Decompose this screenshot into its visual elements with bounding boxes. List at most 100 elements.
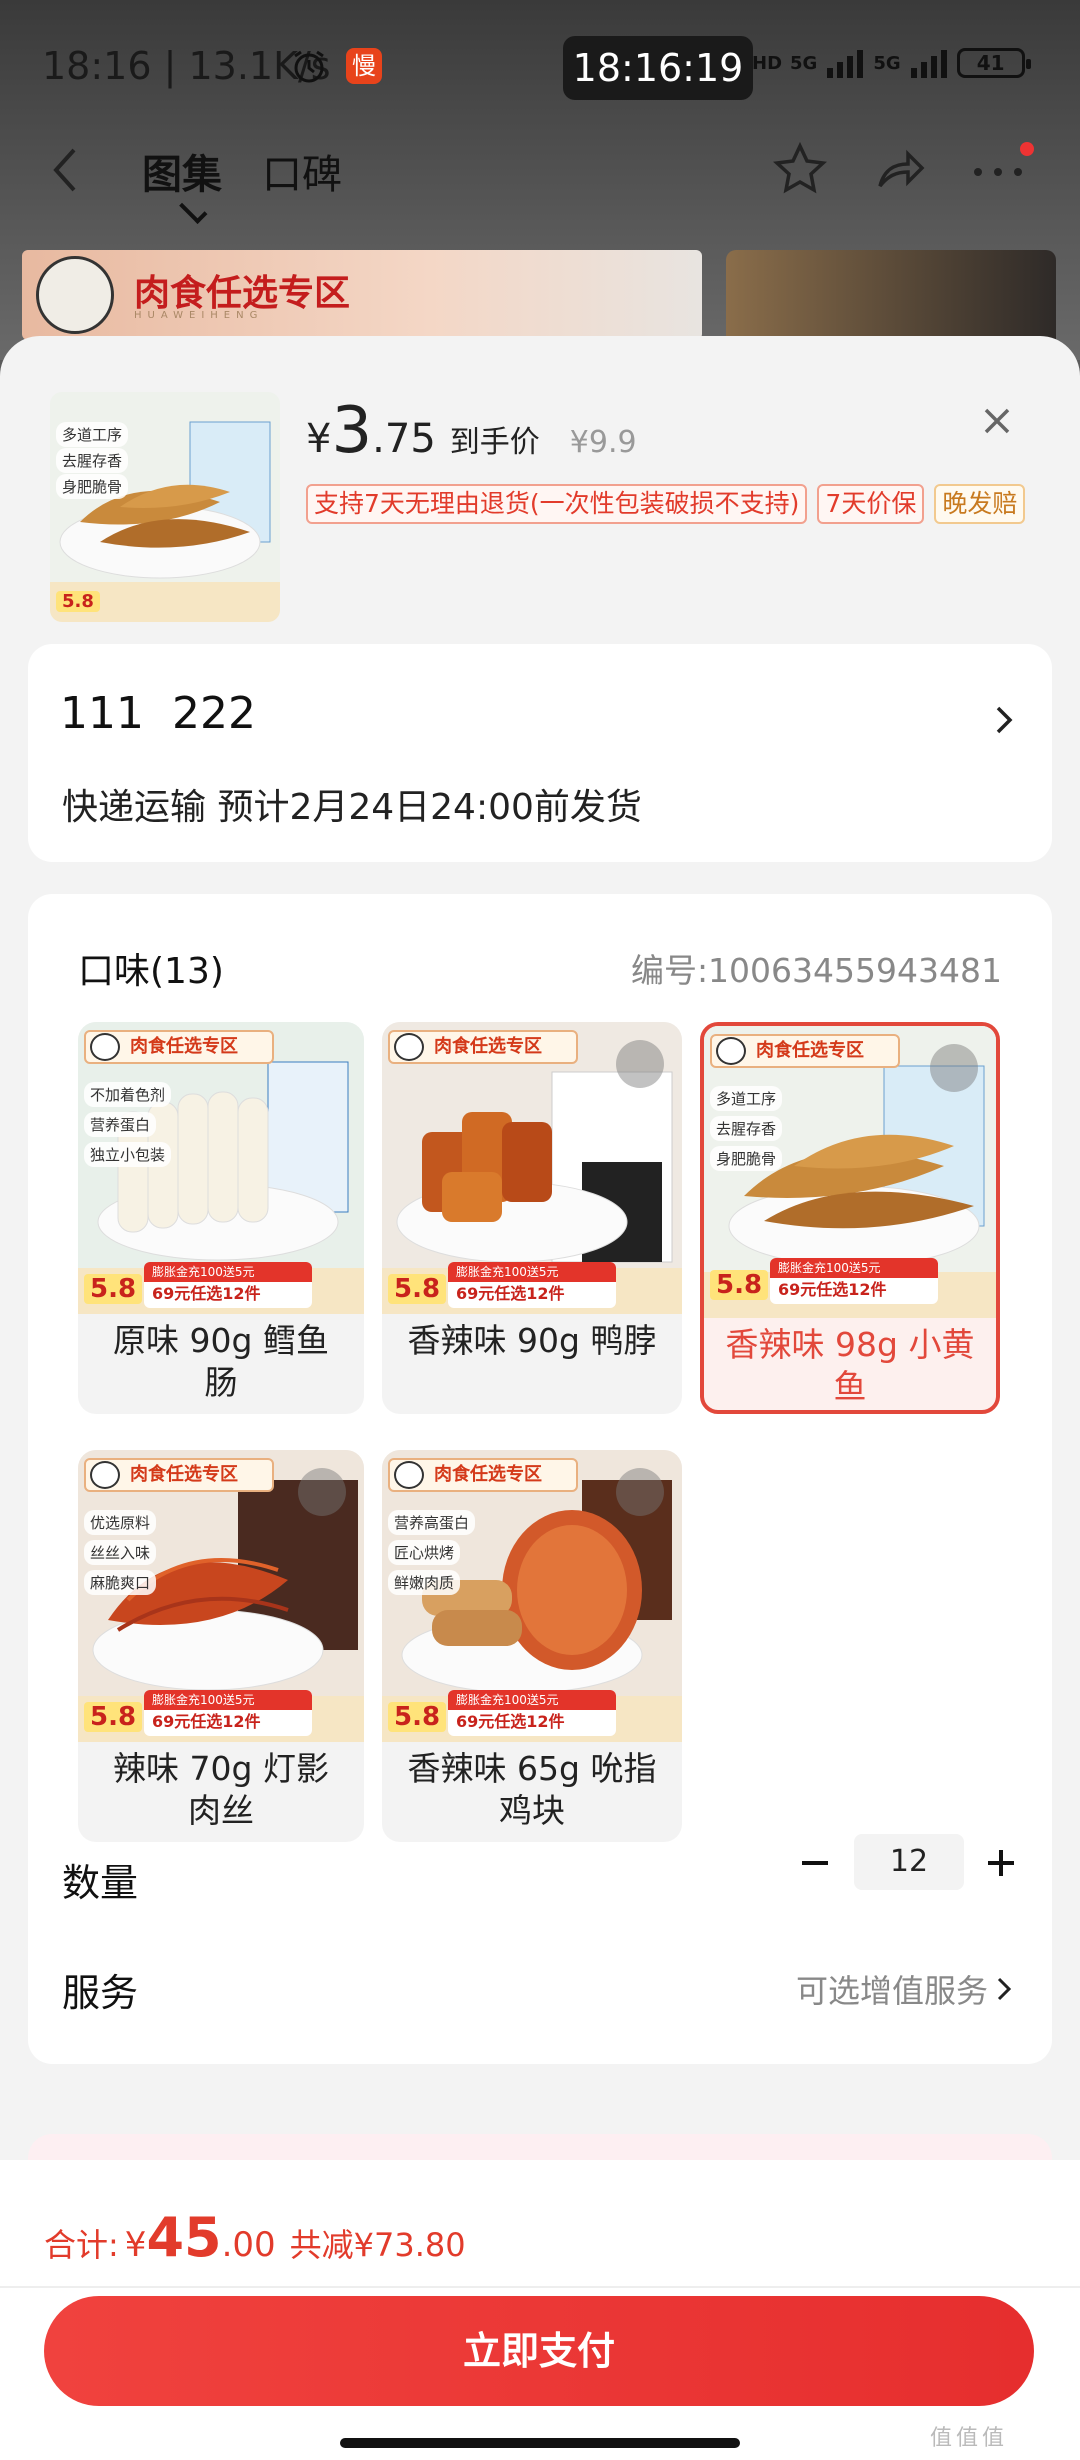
signal-label-1: 5G <box>790 52 818 74</box>
sku-number: 编号:10063455943481 <box>630 951 1002 990</box>
variant-tag-text: 肉食任选专区 <box>756 1040 864 1061</box>
badge-price-protect: 7天价保 <box>817 484 925 524</box>
tab-reviews[interactable]: 口碑 <box>262 142 342 214</box>
badge-late-compensation: 晚发赔 <box>934 484 1026 524</box>
variant-feature: 不加着色剂 <box>84 1082 172 1107</box>
total-integer: 45 <box>146 2206 222 2269</box>
variant-tag: 肉食任选专区 <box>388 1458 578 1492</box>
variant-feature: 匠心烘烤 <box>388 1540 461 1565</box>
badge-return-policy: 支持7天无理由退货(一次性包装破损不支持) <box>306 484 808 524</box>
price-decimal: .75 <box>372 416 436 462</box>
price-currency: ¥ <box>306 416 332 462</box>
banner-title: 肉食任选专区 <box>134 273 351 314</box>
back-arrow-icon[interactable] <box>48 146 82 194</box>
banner-subtitle: HUAWEIHENG <box>134 310 264 321</box>
variant-feature: 独立小包装 <box>84 1142 172 1167</box>
promo-bottom: 69元任选12件 <box>152 1284 261 1303</box>
variant-promo: 膨胀金充100送5元 69元任选12件 <box>448 1690 616 1736</box>
thumb-feature-2: 去腥存香 <box>56 448 129 473</box>
variant-tag-text: 肉食任选专区 <box>130 1036 238 1057</box>
expand-icon[interactable] <box>298 1468 346 1516</box>
variant-promo: 膨胀金充100送5元 69元任选12件 <box>144 1690 312 1736</box>
expand-icon[interactable] <box>616 1040 664 1088</box>
background-page: 18:16 | 13.1K/s 慢 18:16:19 HD 5G 5G 41 图… <box>0 0 1080 370</box>
status-time-speed: 18:16 | 13.1K/s <box>42 44 331 88</box>
price-integer: 3 <box>331 394 373 468</box>
tab-gallery[interactable]: 图集 <box>142 142 222 214</box>
variant-price-badge: 5.8 <box>84 1274 143 1304</box>
flavor-title: 口味(13) <box>78 951 224 992</box>
minus-icon[interactable] <box>798 1846 832 1880</box>
promo-bottom: 69元任选12件 <box>152 1712 261 1731</box>
promo-top: 膨胀金充100送5元 <box>144 1690 312 1710</box>
variant-feature: 多道工序 <box>710 1086 783 1111</box>
promo-top: 膨胀金充100送5元 <box>448 1690 616 1710</box>
share-icon[interactable] <box>870 140 930 200</box>
notification-dot <box>1020 142 1034 156</box>
product-thumbnail[interactable]: 多道工序 去腥存香 身肥脆骨 5.8 <box>50 392 280 622</box>
app-notification-icon: 慢 <box>346 48 382 84</box>
variant-option-1[interactable]: 肉食任选专区 不加着色剂 营养蛋白 独立小包装 5.8 膨胀金充100送5元 69… <box>78 1022 364 1414</box>
variant-option-4[interactable]: 肉食任选专区 优选原料 丝丝入味 麻脆爽口 5.8 膨胀金充100送5元 69元任… <box>78 1450 364 1842</box>
background-banner: 肉食任选专区 HUAWEIHENG <box>22 250 702 340</box>
variant-tag-text: 肉食任选专区 <box>130 1464 238 1485</box>
variant-feature: 鲜嫩肉质 <box>388 1570 461 1595</box>
total-label: 合计: <box>44 2226 119 2264</box>
brand-logo <box>36 256 114 334</box>
variant-label: 香辣味 98g 小黄鱼 <box>725 1325 975 1406</box>
variant-feature: 麻脆爽口 <box>84 1570 157 1595</box>
battery-icon: 41 <box>956 48 1031 78</box>
promo-bottom: 69元任选12件 <box>778 1280 887 1299</box>
variant-option-2[interactable]: 肉食任选专区 5.8 膨胀金充100送5元 69元任选12件 香辣味 90g 鸭脖 <box>382 1022 682 1414</box>
signal-label-2: 5G <box>873 52 901 74</box>
expand-icon[interactable] <box>616 1468 664 1516</box>
total-saved: 共减¥73.80 <box>289 2226 466 2264</box>
variant-label: 辣味 70g 灯影肉丝 <box>113 1749 329 1830</box>
variant-price-badge: 5.8 <box>84 1702 143 1732</box>
variant-tag: 肉食任选专区 <box>84 1030 274 1064</box>
hd-label: HD <box>752 52 783 74</box>
promo-top: 膨胀金充100送5元 <box>770 1258 938 1278</box>
variant-label: 原味 90g 鳕鱼肠 <box>113 1321 329 1402</box>
checkout-bar: 合计: ¥ 45 .00 共减¥73.80 立即支付 <box>0 2160 1080 2460</box>
variant-option-3-selected[interactable]: 肉食任选专区 多道工序 去腥存香 身肥脆骨 5.8 膨胀金充100送5元 69元任… <box>700 1022 1000 1414</box>
more-icon[interactable] <box>968 140 1028 200</box>
variant-tag: 肉食任选专区 <box>710 1034 900 1068</box>
variant-tag-text: 肉食任选专区 <box>434 1464 542 1485</box>
variant-price-badge: 5.8 <box>388 1702 447 1732</box>
top-nav: 图集 口碑 <box>0 130 1080 210</box>
variant-feature: 营养蛋白 <box>84 1112 157 1137</box>
variant-price-badge: 5.8 <box>388 1274 447 1304</box>
expand-icon[interactable] <box>930 1044 978 1092</box>
variant-tag: 肉食任选专区 <box>388 1030 578 1064</box>
plus-icon[interactable] <box>984 1846 1018 1880</box>
variant-feature: 丝丝入味 <box>84 1540 157 1565</box>
service-selector[interactable]: 可选增值服务 <box>796 1966 988 2012</box>
status-clock: 18:16:19 <box>563 36 753 100</box>
signal-icon <box>827 50 864 78</box>
divider <box>0 2286 1080 2288</box>
quantity-stepper-value[interactable]: 12 <box>854 1834 964 1890</box>
watermark: 值值值 <box>930 2426 1009 2451</box>
variant-tag-text: 肉食任选专区 <box>434 1036 542 1057</box>
variant-promo: 膨胀金充100送5元 69元任选12件 <box>448 1262 616 1308</box>
chevron-right-icon <box>994 1974 1014 2004</box>
total-decimal: .00 <box>221 2225 276 2265</box>
promo-bottom: 69元任选12件 <box>456 1284 565 1303</box>
price-row: ¥ 3 .75 到手价 ¥9.9 <box>306 394 637 468</box>
thumb-price-badge: 5.8 <box>56 591 100 612</box>
variant-label: 香辣味 90g 鸭脖 <box>407 1321 657 1360</box>
service-badges: 支持7天无理由退货(一次性包装破损不支持) 7天价保 晚发赔 <box>306 484 1026 524</box>
star-icon[interactable] <box>770 140 830 200</box>
total-row: 合计: ¥ 45 .00 共减¥73.80 <box>44 2206 466 2269</box>
home-indicator[interactable] <box>340 2438 740 2448</box>
variant-feature: 身肥脆骨 <box>710 1146 783 1171</box>
product-header: 多道工序 去腥存香 身肥脆骨 5.8 ¥ 3 .75 到手价 ¥9.9 支持7天… <box>0 336 1080 626</box>
close-icon[interactable] <box>978 402 1016 440</box>
promo-bottom: 69元任选12件 <box>456 1712 565 1731</box>
pay-now-button[interactable]: 立即支付 <box>44 2296 1034 2406</box>
address-card[interactable]: 111 222 快递运输 预计2月24日24:00前发货 <box>28 644 1052 862</box>
variant-feature: 优选原料 <box>84 1510 157 1535</box>
variant-option-5[interactable]: 肉食任选专区 营养高蛋白 匠心烘烤 鲜嫩肉质 5.8 膨胀金充100送5元 69元… <box>382 1450 682 1842</box>
thumb-feature-3: 身肥脆骨 <box>56 474 129 499</box>
